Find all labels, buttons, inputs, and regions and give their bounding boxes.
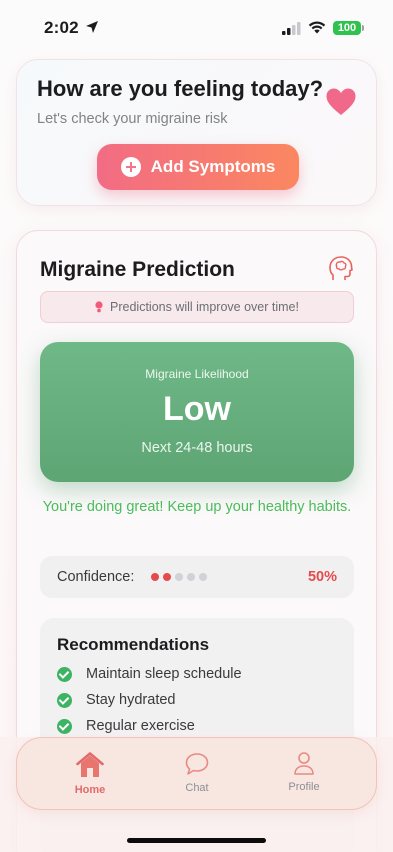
- home-indicator: [127, 838, 266, 843]
- confidence-dot-empty: [187, 573, 195, 581]
- tab-profile[interactable]: Profile: [264, 751, 344, 793]
- status-time: 2:02: [44, 18, 79, 37]
- confidence-dot-empty: [199, 573, 207, 581]
- recommendation-text: Stay hydrated: [86, 692, 176, 708]
- confidence-dot-filled: [163, 573, 171, 581]
- prediction-title: Migraine Prediction: [40, 258, 235, 281]
- tab-bar: Home Chat Profile: [16, 737, 377, 810]
- confidence-row: Confidence: 50%: [40, 556, 354, 598]
- likelihood-window: Next 24-48 hours: [141, 440, 253, 456]
- tab-home-label: Home: [74, 784, 106, 796]
- improve-banner: Predictions will improve over time!: [40, 291, 354, 323]
- add-symptoms-label: Add Symptoms: [150, 157, 276, 176]
- confidence-value: 50%: [307, 569, 337, 585]
- app-screen: 2:02 100 How are you feeling today? Let'…: [0, 0, 393, 852]
- recommendation-item: Stay hydrated: [57, 692, 175, 708]
- heart-icon: [326, 88, 356, 115]
- likelihood-label: Migraine Likelihood: [145, 367, 249, 381]
- improve-banner-text: Predictions will improve over time!: [110, 300, 299, 314]
- tab-chat[interactable]: Chat: [157, 752, 237, 794]
- home-icon: [76, 752, 104, 777]
- brain-head-icon: [329, 256, 353, 280]
- check-circle-icon: [57, 666, 72, 682]
- check-circle-icon: [57, 718, 72, 734]
- likelihood-panel: Migraine Likelihood Low Next 24-48 hours: [40, 342, 354, 482]
- lightbulb-icon: [95, 301, 103, 313]
- battery-icon: 100: [333, 21, 361, 35]
- tab-profile-label: Profile: [288, 781, 320, 793]
- add-symptoms-button[interactable]: Add Symptoms: [97, 144, 299, 190]
- confidence-label: Confidence:: [57, 569, 135, 585]
- feeling-subtitle: Let's check your migraine risk: [37, 111, 228, 127]
- plus-circle-icon: [120, 157, 141, 177]
- feeling-title: How are you feeling today?: [37, 76, 324, 101]
- confidence-dot-empty: [175, 573, 183, 581]
- tab-chat-label: Chat: [185, 782, 209, 794]
- recommendations-title: Recommendations: [57, 635, 210, 654]
- likelihood-value: Low: [163, 390, 231, 428]
- battery-cap: [362, 25, 364, 31]
- status-bar: 2:02 100: [0, 0, 393, 54]
- wifi-icon: [308, 21, 326, 34]
- recommendation-text: Regular exercise: [86, 718, 195, 734]
- confidence-dots: [151, 573, 207, 581]
- cellular-signal-icon: [282, 22, 301, 35]
- confidence-dot-filled: [151, 573, 159, 581]
- person-icon: [294, 752, 314, 775]
- recommendation-text: Maintain sleep schedule: [86, 666, 242, 682]
- check-circle-icon: [57, 692, 72, 708]
- location-arrow-icon: [86, 21, 98, 33]
- tab-home[interactable]: Home: [50, 752, 130, 796]
- chat-bubble-icon: [185, 753, 209, 775]
- recommendation-item: Regular exercise: [57, 718, 195, 734]
- feeling-card: How are you feeling today? Let's check y…: [16, 59, 377, 206]
- encouragement-text: You're doing great! Keep up your healthy…: [42, 499, 352, 515]
- recommendation-item: Maintain sleep schedule: [57, 666, 242, 682]
